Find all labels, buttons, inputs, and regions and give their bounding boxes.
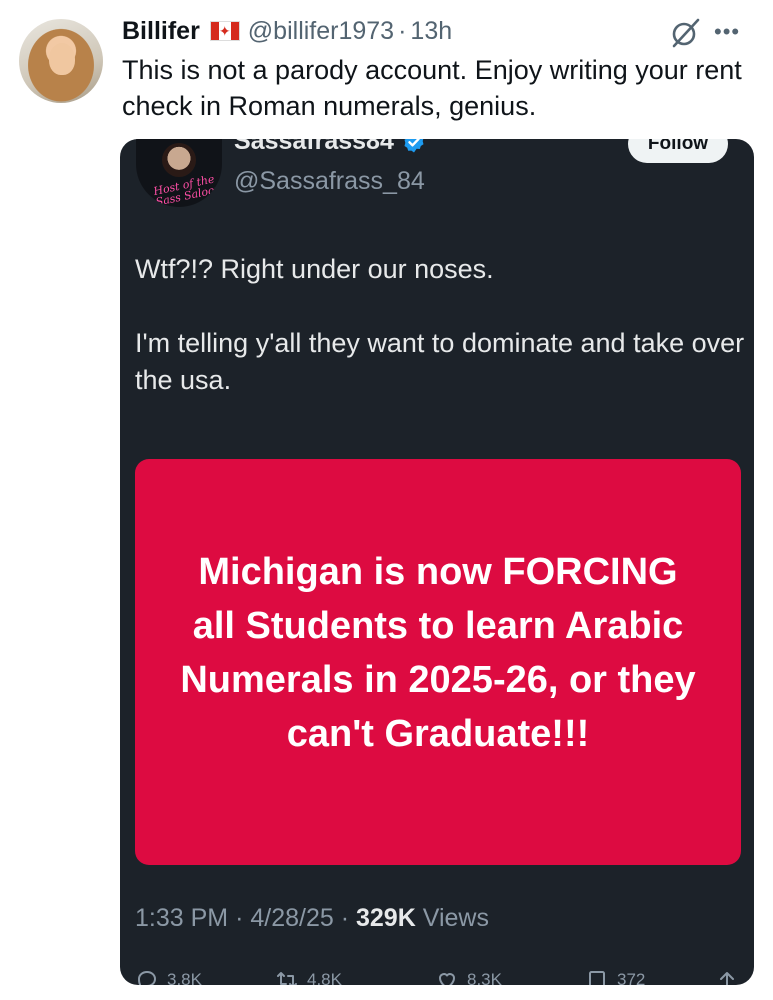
quoted-paragraph: I'm telling y'all they want to dominate …: [135, 328, 745, 395]
separator: ·: [235, 904, 244, 932]
quoted-tweet[interactable]: Host of the Sass Saloon Sassafrass84 @Sa…: [120, 139, 754, 985]
quoted-tweet-text: Wtf?!? Right under our noses. I'm tellin…: [135, 251, 745, 436]
avatar-face: [162, 143, 196, 177]
quoted-author-label: Sassafrass84: [234, 139, 394, 155]
avatar-caption: Host of the Sass Saloon: [152, 172, 222, 207]
views-count: 329K: [356, 904, 416, 932]
reply-button[interactable]: 3.8K: [135, 968, 202, 985]
quoted-avatar[interactable]: Host of the Sass Saloon: [136, 139, 222, 207]
post-time[interactable]: 1:33 PM: [135, 904, 228, 932]
tweet-meta: 1:33 PM · 4/28/25 · 329K Views: [135, 904, 489, 933]
reply-count: 3.8K: [167, 970, 202, 985]
verified-badge-icon: [404, 139, 424, 152]
bookmark-icon: [589, 971, 605, 985]
author-name[interactable]: Billifer: [122, 17, 200, 46]
follow-button[interactable]: Follow: [628, 139, 728, 163]
avatar[interactable]: [19, 19, 103, 103]
tweet-text: This is not a parody account. Enjoy writ…: [122, 55, 742, 121]
image-caption: Michigan is now FORCING all Students to …: [180, 551, 696, 755]
action-bar: 3.8K 4.8K 8.3K 372: [135, 968, 745, 985]
separator: ·: [398, 16, 407, 45]
repost-button[interactable]: 4.8K: [275, 968, 342, 985]
post-date[interactable]: 4/28/25: [250, 904, 333, 932]
repost-count: 4.8K: [307, 970, 342, 985]
more-options-icon[interactable]: •••: [714, 21, 740, 43]
quoted-author-handle[interactable]: @Sassafrass_84: [234, 167, 425, 196]
like-count: 8.3K: [467, 970, 502, 985]
grok-icon[interactable]: [668, 16, 702, 50]
quoted-author-name[interactable]: Sassafrass84: [234, 139, 426, 156]
attached-image[interactable]: Michigan is now FORCING all Students to …: [135, 459, 741, 865]
quoted-paragraph: Wtf?!? Right under our noses.: [135, 254, 494, 284]
author-handle[interactable]: @billifer1973: [248, 17, 394, 46]
share-icon: [720, 972, 734, 985]
views-label: Views: [422, 904, 489, 932]
reply-icon: [137, 970, 157, 985]
canada-flag-icon: [209, 21, 240, 41]
timestamp[interactable]: 13h: [410, 17, 452, 46]
repost-icon: [277, 972, 297, 985]
bookmark-button[interactable]: 372: [585, 968, 645, 985]
like-button[interactable]: 8.3K: [435, 968, 502, 985]
heart-icon: [438, 973, 456, 985]
share-button[interactable]: [715, 968, 739, 985]
separator: ·: [340, 904, 350, 932]
bookmark-count: 372: [617, 970, 646, 985]
tweet-header: Billifer @billifer1973 · 13h: [122, 14, 452, 48]
